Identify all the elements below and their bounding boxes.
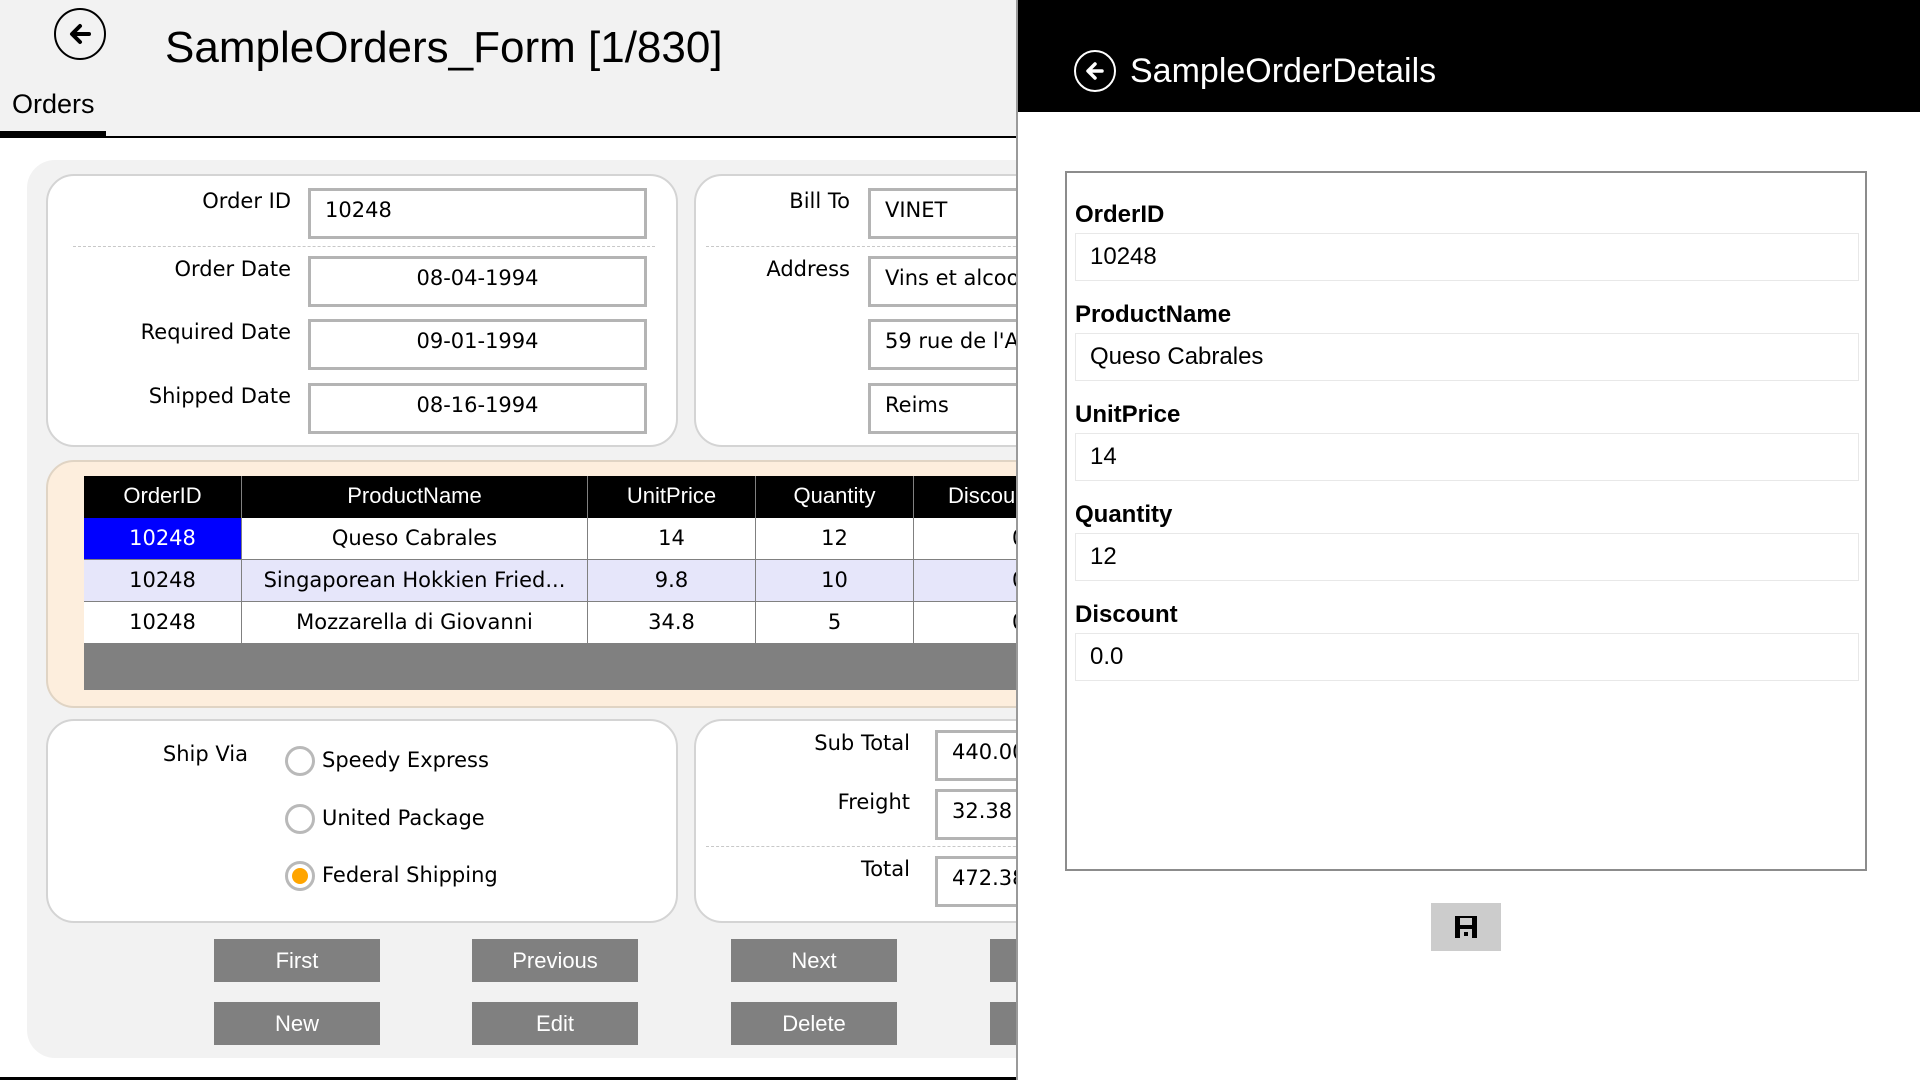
table-row[interactable]: 10248 Queso Cabrales 14 12 0.0 <box>84 518 1016 560</box>
arrow-left-circle-icon <box>1086 62 1104 80</box>
new-button[interactable]: New <box>214 1002 380 1045</box>
flyout-header: SampleOrderDetails <box>1018 0 1920 112</box>
unitprice-label: UnitPrice <box>1075 401 1181 428</box>
required-date-label: Required Date <box>140 320 291 344</box>
next-button[interactable]: Next <box>731 939 897 982</box>
partially-hidden-button-top[interactable] <box>990 939 1016 982</box>
productname-label: ProductName <box>1075 301 1232 328</box>
cell-productname[interactable]: Mozzarella di Giovanni <box>242 602 588 644</box>
order-details-flyout: SampleOrderDetails OrderID 10248 Product… <box>1016 0 1920 1080</box>
sub-total-field[interactable]: 440.00 <box>935 730 1016 781</box>
total-label: Total <box>860 857 910 881</box>
edit-button[interactable]: Edit <box>472 1002 638 1045</box>
cell-orderid[interactable]: 10248 <box>84 602 242 644</box>
address-label: Address <box>766 257 850 281</box>
cell-orderid[interactable]: 10248 <box>84 560 242 602</box>
column-header-discount[interactable]: Discou <box>914 476 1016 518</box>
back-button[interactable] <box>54 8 106 60</box>
productname-input[interactable]: Queso Cabrales <box>1075 333 1859 381</box>
cell-quantity[interactable]: 12 <box>756 518 914 560</box>
quantity-label: Quantity <box>1075 501 1173 528</box>
bill-to-field[interactable]: VINET <box>868 188 1016 239</box>
flyout-back-button[interactable] <box>1074 50 1116 92</box>
order-date-field[interactable]: 08-04-1994 <box>308 256 647 307</box>
divider <box>706 846 1016 847</box>
orders-form-app: SampleOrders_Form [1/830] Orders Order I… <box>0 0 1016 1080</box>
ship-via-label: Ship Via <box>162 742 248 766</box>
order-detail-card: OrderID 10248 ProductName Queso Cabrales… <box>1065 171 1867 871</box>
cell-discount[interactable]: 0.0 <box>914 518 1016 560</box>
tab-orders[interactable]: Orders <box>0 84 106 138</box>
freight-label: Freight <box>837 790 910 814</box>
divider <box>706 246 1016 247</box>
address-line2-field[interactable]: 59 rue de l'A <box>868 319 1016 370</box>
bill-to-label: Bill To <box>789 189 850 213</box>
partially-hidden-button-bottom[interactable] <box>990 1002 1016 1045</box>
save-button[interactable] <box>1431 903 1501 951</box>
table-row[interactable]: 10248 Singaporean Hokkien Fried... 9.8 1… <box>84 560 1016 602</box>
shipped-date-field[interactable]: 08-16-1994 <box>308 383 647 434</box>
cell-discount[interactable]: 0.0 <box>914 560 1016 602</box>
radio-federal-shipping-label[interactable]: Federal Shipping <box>322 860 498 890</box>
app-header: SampleOrders_Form [1/830] Orders <box>0 0 1016 138</box>
column-header-productname[interactable]: ProductName <box>242 476 588 518</box>
cell-discount[interactable]: 0.0 <box>914 602 1016 644</box>
tab-selected-indicator <box>0 131 106 138</box>
radio-united-package[interactable] <box>285 804 315 834</box>
previous-button[interactable]: Previous <box>472 939 638 982</box>
cell-unitprice[interactable]: 9.8 <box>588 560 756 602</box>
order-date-label: Order Date <box>174 257 291 281</box>
cell-productname[interactable]: Queso Cabrales <box>242 518 588 560</box>
tab-orders-label: Orders <box>12 89 95 119</box>
column-header-orderid[interactable]: OrderID <box>84 476 242 518</box>
table-row[interactable]: 10248 Mozzarella di Giovanni 34.8 5 0.0 <box>84 602 1016 644</box>
quantity-input[interactable]: 12 <box>1075 533 1859 581</box>
sub-total-label: Sub Total <box>814 731 910 755</box>
discount-input[interactable]: 0.0 <box>1075 633 1859 681</box>
orderid-input[interactable]: 10248 <box>1075 233 1859 281</box>
order-details-grid[interactable]: OrderID ProductName UnitPrice Quantity D… <box>84 476 1016 690</box>
radio-federal-shipping[interactable] <box>285 861 315 891</box>
column-header-unitprice[interactable]: UnitPrice <box>588 476 756 518</box>
shipped-date-label: Shipped Date <box>148 384 291 408</box>
unitprice-input[interactable]: 14 <box>1075 433 1859 481</box>
required-date-field[interactable]: 09-01-1994 <box>308 319 647 370</box>
divider <box>73 246 655 247</box>
arrow-left-circle-icon <box>70 24 91 44</box>
cell-unitprice[interactable]: 34.8 <box>588 602 756 644</box>
address-line3-field[interactable]: Reims <box>868 383 1016 434</box>
radio-speedy-express[interactable] <box>285 746 315 776</box>
floppy-disk-icon <box>1455 916 1477 938</box>
grid-header-row: OrderID ProductName UnitPrice Quantity D… <box>84 476 1016 518</box>
cell-quantity[interactable]: 10 <box>756 560 914 602</box>
cell-productname[interactable]: Singaporean Hokkien Fried... <box>242 560 588 602</box>
address-line1-field[interactable]: Vins et alcoo <box>868 256 1016 307</box>
first-button[interactable]: First <box>214 939 380 982</box>
radio-united-package-label[interactable]: United Package <box>322 803 485 833</box>
discount-label: Discount <box>1075 601 1178 628</box>
radio-speedy-express-label[interactable]: Speedy Express <box>322 745 489 775</box>
freight-field[interactable]: 32.38 <box>935 789 1016 840</box>
total-field[interactable]: 472.38 <box>935 856 1016 907</box>
cell-orderid[interactable]: 10248 <box>84 518 242 560</box>
order-id-field[interactable]: 10248 <box>308 188 647 239</box>
flyout-title: SampleOrderDetails <box>1130 52 1437 90</box>
cell-unitprice[interactable]: 14 <box>588 518 756 560</box>
cell-quantity[interactable]: 5 <box>756 602 914 644</box>
page-title: SampleOrders_Form [1/830] <box>165 23 723 72</box>
order-id-label: Order ID <box>202 189 291 213</box>
delete-button[interactable]: Delete <box>731 1002 897 1045</box>
orderid-label: OrderID <box>1075 201 1165 228</box>
column-header-quantity[interactable]: Quantity <box>756 476 914 518</box>
